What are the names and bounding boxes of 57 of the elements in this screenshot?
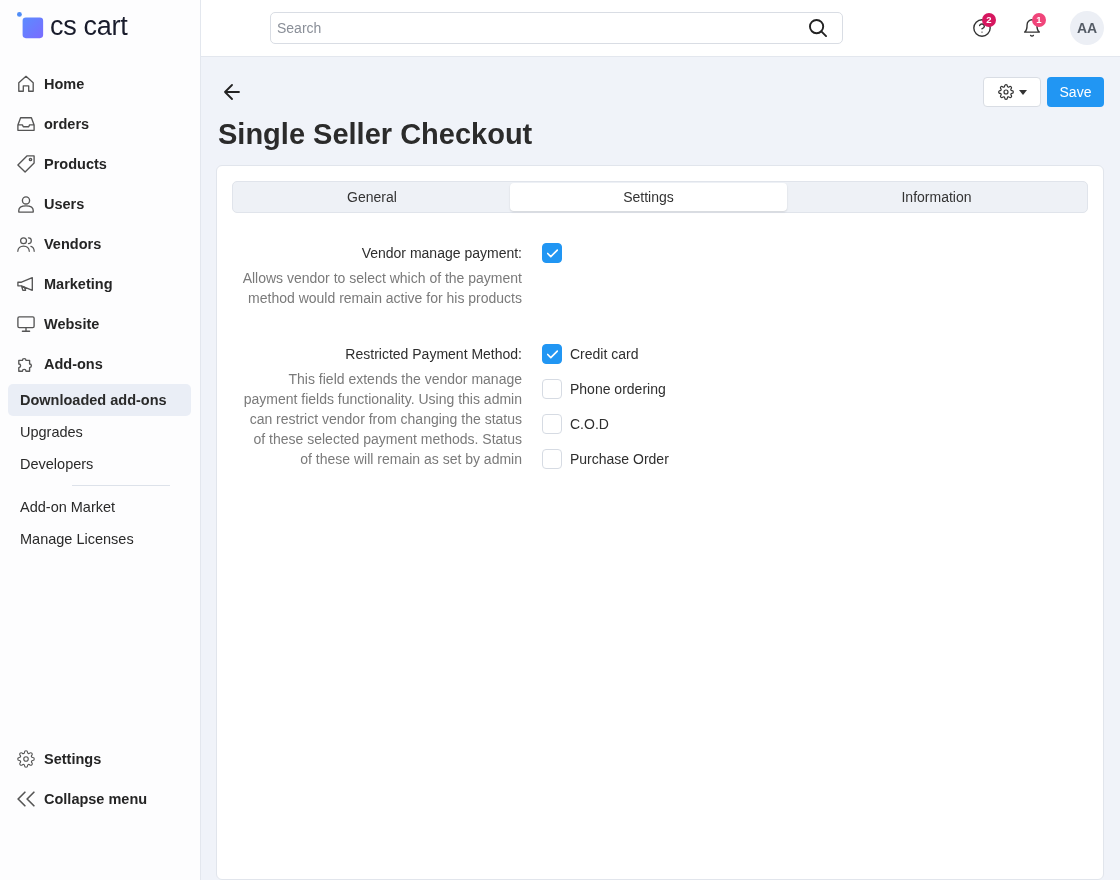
setting-description: Allows vendor to select which of the payment method would remain active for his products [241,269,522,308]
caret-icon [1018,89,1027,95]
monitor-icon [17,315,35,333]
help-button[interactable]: 2 [973,12,996,37]
nav-item[interactable]: Users [0,184,85,224]
tab[interactable]: Settings [510,183,787,211]
users-icon [17,235,35,253]
checkbox[interactable] [542,243,562,263]
tag-icon [17,155,35,173]
logo-icon [17,12,45,40]
option-label: Purchase Order [570,450,669,469]
submenu-item[interactable]: Upgrades [8,416,191,448]
search-icon [809,18,827,37]
home-icon [17,75,35,93]
submenu-item[interactable]: Add-on Market [8,491,191,523]
chevrons-left-icon [17,790,35,808]
setting-description: This field extends the vendor manage payment fields functionality. Using this admin can restrict vendor from changing the status of these selected payment methods. Status of these will remain as set by admin [242,370,522,469]
nav-item[interactable]: Home [0,64,85,104]
logo-text: cs cart [50,11,128,41]
puzzle-icon [17,355,35,373]
checkbox[interactable] [542,344,562,364]
option-label: C.O.D [570,415,609,434]
inbox-icon [17,115,35,133]
tab[interactable]: General [234,183,510,211]
setting-label: Restricted Payment Method: [345,345,522,364]
nav-item[interactable]: Website [0,304,100,344]
check-icon [546,248,558,258]
notifications-button[interactable]: 1 [1023,12,1046,37]
settings-icon [997,84,1014,100]
nav-item[interactable]: Add-ons [0,344,103,384]
help-icon [973,18,991,37]
collapse-button[interactable]: Collapse menu [0,779,148,819]
back-arrow-icon [224,84,240,100]
settings-icon [17,750,35,768]
tab[interactable]: Information [787,183,1086,211]
nav-item[interactable]: Products [0,144,107,184]
megaphone-icon [17,275,35,293]
check-icon [546,349,558,359]
count-badge: 2 [982,12,996,27]
search-field[interactable]: Search [270,11,843,44]
back-button[interactable] [224,84,240,100]
nav-item[interactable]: Marketing [0,264,113,304]
submenu-item[interactable]: Downloaded add-ons [8,384,191,416]
option-label: Phone ordering [570,380,666,399]
option-label: Credit card [570,345,639,364]
user-icon [17,195,35,213]
submenu-item[interactable]: Manage Licenses [8,523,191,555]
nav-item[interactable]: Settings [0,739,102,779]
nav-item[interactable]: Vendors [0,224,102,264]
bell-icon [1023,18,1041,37]
avatar-button[interactable]: AA [1070,10,1104,45]
count-badge: 1 [1032,12,1046,27]
nav-item[interactable]: orders [0,104,90,144]
setting-label: Vendor manage payment: [361,244,522,263]
settings-dropdown-button[interactable] [983,77,1041,107]
page-title: Single Seller Checkout [218,117,534,151]
submenu-item[interactable]: Developers [8,448,191,480]
